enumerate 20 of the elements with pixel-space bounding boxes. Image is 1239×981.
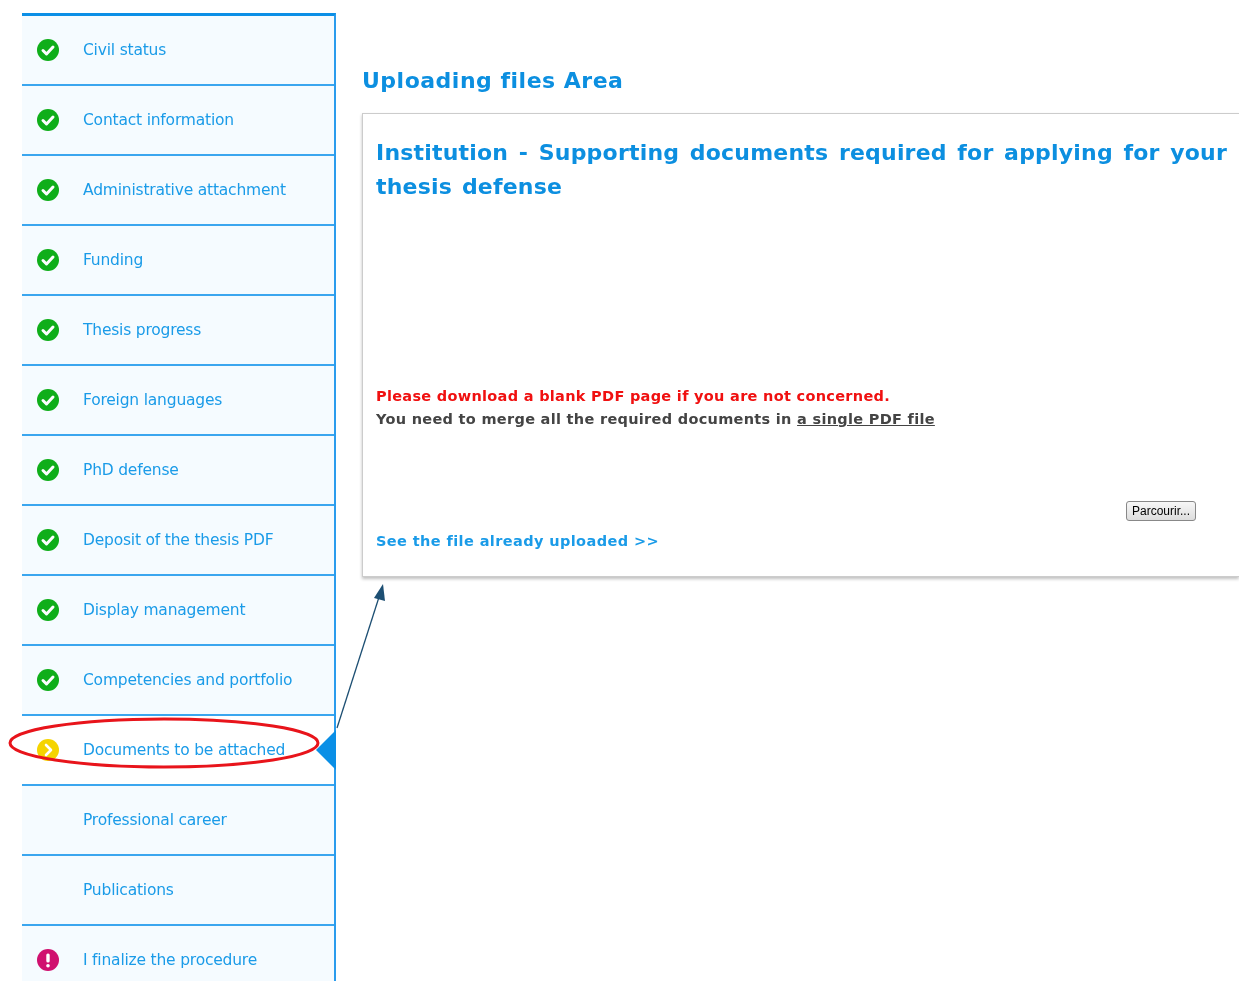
sidebar-item[interactable]: Display management xyxy=(22,576,334,646)
sidebar-item[interactable]: Funding xyxy=(22,226,334,296)
sidebar-item[interactable]: Publications xyxy=(22,856,334,926)
warning-text: Please download a blank PDF page if you are not concerned. xyxy=(376,388,892,404)
sidebar-item[interactable]: I finalize the procedure xyxy=(22,926,334,981)
sidebar-item[interactable]: Deposit of the thesis PDF xyxy=(22,506,334,576)
sidebar-item[interactable]: Administrative attachment xyxy=(22,156,334,226)
browse-button[interactable]: Parcourir... xyxy=(1125,501,1196,521)
sidebar-item[interactable]: PhD defense xyxy=(22,436,334,506)
single-pdf-link[interactable]: a single PDF file xyxy=(797,411,935,427)
sidebar-item[interactable]: Foreign languages xyxy=(22,366,334,436)
sidebar-item[interactable]: Documents to be attached xyxy=(22,716,334,786)
uploaded-file-link[interactable]: See the file already uploaded >> xyxy=(376,533,659,549)
sidebar-item[interactable]: Contact information xyxy=(22,86,334,156)
sidebar-item[interactable]: Professional career xyxy=(22,786,334,856)
instruction-text: You need to merge all the required documents in a single PDF file xyxy=(376,411,936,427)
sidebar-item[interactable]: Civil status xyxy=(22,16,334,86)
panel-heading: Institution - Supporting documents required for applying for your thesis defense xyxy=(376,139,1227,201)
section-title: Uploading files Area xyxy=(362,68,625,93)
sidebar-item[interactable]: Thesis progress xyxy=(22,296,334,366)
